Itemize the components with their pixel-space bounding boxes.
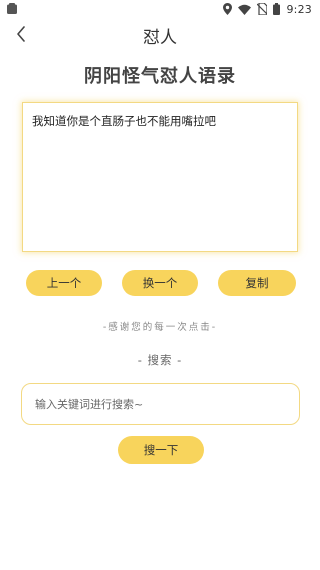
- search-section-label: - 搜索 -: [137, 353, 183, 367]
- search-input[interactable]: [21, 383, 300, 425]
- status-time: 9:23: [286, 2, 312, 16]
- status-bar: 9:23: [0, 0, 320, 18]
- header-title: 怼人: [143, 28, 177, 48]
- app-header: 怼人: [0, 20, 320, 48]
- search-button[interactable]: 搜一下: [118, 436, 204, 464]
- wifi-icon: [238, 4, 252, 15]
- notification-icon: [7, 3, 17, 14]
- battery-icon: [273, 3, 281, 15]
- no-sim-icon: [257, 3, 268, 15]
- quote-text: 我知道你是个直肠子也不能用嘴拉吧: [32, 114, 216, 128]
- page-title: 阴阳怪气怼人语录: [84, 66, 236, 87]
- quote-box: 我知道你是个直肠子也不能用嘴拉吧: [22, 102, 298, 252]
- action-buttons: 上一个 换一个 复制: [0, 270, 320, 296]
- next-button[interactable]: 换一个: [122, 270, 198, 296]
- thanks-text: -感谢您的每一次点击-: [102, 322, 218, 333]
- copy-button[interactable]: 复制: [218, 270, 296, 296]
- location-icon: [223, 3, 233, 15]
- previous-button[interactable]: 上一个: [26, 270, 102, 296]
